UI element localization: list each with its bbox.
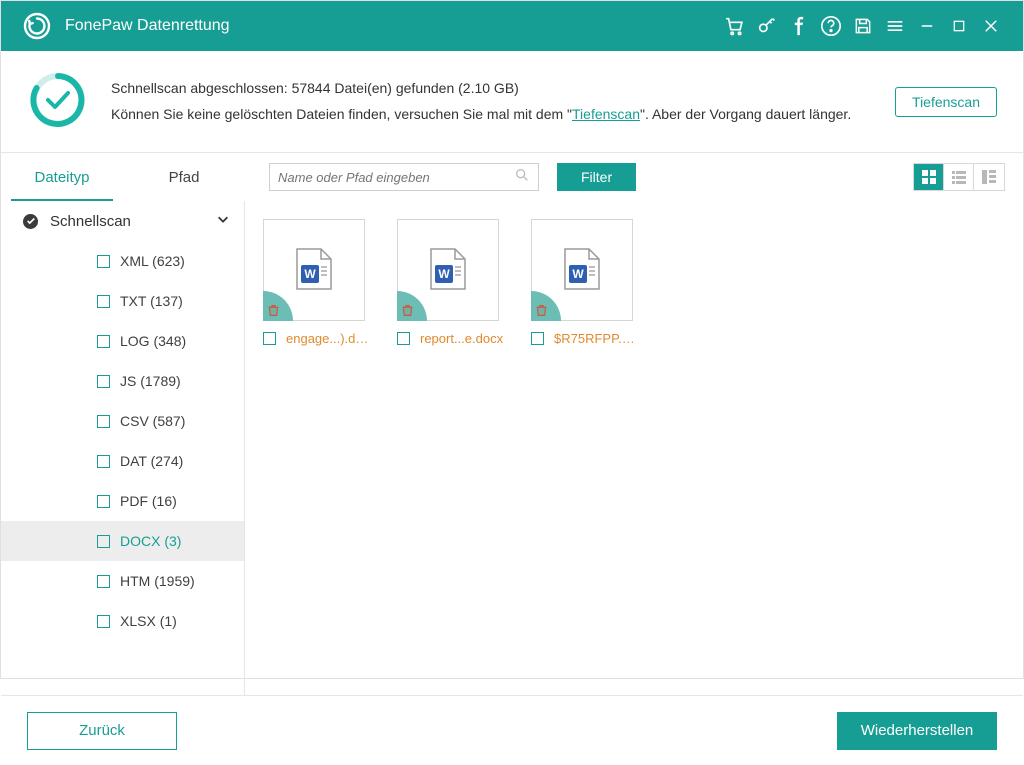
- word-document-icon: W: [429, 247, 467, 294]
- checkbox-icon[interactable]: [97, 415, 110, 428]
- recover-button[interactable]: Wiederherstellen: [837, 712, 997, 750]
- tab-bar: Dateityp Pfad: [1, 153, 245, 201]
- svg-text:W: W: [572, 267, 584, 281]
- view-list-button[interactable]: [944, 164, 974, 190]
- view-mode-switch: [913, 163, 1005, 191]
- file-label-row: engage...).docx: [263, 331, 373, 346]
- maximize-icon[interactable]: [943, 1, 975, 51]
- checkbox-icon[interactable]: [97, 575, 110, 588]
- sidebar-item-label: LOG (348): [120, 333, 186, 349]
- word-document-icon: W: [295, 247, 333, 294]
- file-thumbnail[interactable]: W: [397, 219, 499, 321]
- view-grid-button[interactable]: [914, 164, 944, 190]
- save-icon[interactable]: [847, 1, 879, 51]
- file-name: $R75RFPP.docx: [554, 331, 641, 346]
- sidebar-item-label: JS (1789): [120, 373, 181, 389]
- deleted-badge-icon: [263, 291, 293, 321]
- svg-text:W: W: [304, 267, 316, 281]
- sidebar-item[interactable]: XML (623): [1, 241, 244, 281]
- scan-hint-prefix: Können Sie keine gelöschten Dateien find…: [111, 106, 572, 122]
- checkbox-icon[interactable]: [97, 255, 110, 268]
- scan-hint-suffix: ". Aber der Vorgang dauert länger.: [640, 106, 851, 122]
- deleted-badge-icon: [397, 291, 427, 321]
- back-button[interactable]: Zurück: [27, 712, 177, 750]
- app-logo-icon: [23, 12, 51, 40]
- file-label-row: report...e.docx: [397, 331, 507, 346]
- checkbox-icon[interactable]: [97, 295, 110, 308]
- search-input[interactable]: [278, 170, 514, 185]
- titlebar: FonePaw Datenrettung: [1, 1, 1023, 51]
- word-document-icon: W: [563, 247, 601, 294]
- file-thumbnail[interactable]: W: [263, 219, 365, 321]
- search-box[interactable]: [269, 163, 539, 191]
- scan-summary: Schnellscan abgeschlossen: 57844 Datei(e…: [1, 51, 1023, 153]
- checkbox-icon[interactable]: [531, 332, 544, 345]
- checkbox-icon[interactable]: [97, 495, 110, 508]
- toolbar: Dateityp Pfad Filter: [1, 153, 1023, 201]
- chevron-down-icon[interactable]: [216, 212, 230, 230]
- checkbox-icon[interactable]: [97, 615, 110, 628]
- view-detail-button[interactable]: [974, 164, 1004, 190]
- sidebar-item-label: CSV (587): [120, 413, 185, 429]
- file-name: report...e.docx: [420, 331, 503, 346]
- scan-file-count: 57844 Datei(en) gefunden (2.10 GB): [292, 80, 519, 96]
- sidebar-item-label: HTM (1959): [120, 573, 195, 589]
- checkbox-icon[interactable]: [97, 375, 110, 388]
- tab-path[interactable]: Pfad: [123, 153, 245, 201]
- help-icon[interactable]: [815, 1, 847, 51]
- sidebar-item[interactable]: PDF (16): [1, 481, 244, 521]
- sidebar-item-label: PDF (16): [120, 493, 177, 509]
- menu-icon[interactable]: [879, 1, 911, 51]
- checkbox-icon[interactable]: [97, 455, 110, 468]
- file-name: engage...).docx: [286, 331, 373, 346]
- sidebar-item[interactable]: CSV (587): [1, 401, 244, 441]
- file-card[interactable]: W engage...).docx: [263, 219, 373, 346]
- sidebar-item-label: TXT (137): [120, 293, 183, 309]
- checkmark-icon: [23, 214, 38, 229]
- scan-summary-text: Schnellscan abgeschlossen: 57844 Datei(e…: [111, 76, 895, 126]
- checkbox-icon[interactable]: [397, 332, 410, 345]
- minimize-icon[interactable]: [911, 1, 943, 51]
- key-icon[interactable]: [751, 1, 783, 51]
- tab-filetype[interactable]: Dateityp: [1, 153, 123, 201]
- scan-summary-prefix: Schnellscan abgeschlossen:: [111, 80, 292, 96]
- deleted-badge-icon: [531, 291, 561, 321]
- file-thumbnail[interactable]: W: [531, 219, 633, 321]
- shop-icon[interactable]: [719, 1, 751, 51]
- app-title: FonePaw Datenrettung: [65, 17, 230, 35]
- svg-text:W: W: [438, 267, 450, 281]
- sidebar-item[interactable]: JS (1789): [1, 361, 244, 401]
- file-grid: W engage...).docx W report...e.docx W $R…: [245, 201, 1023, 695]
- main-area: Schnellscan XML (623) TXT (137) LOG (348) J…: [1, 201, 1023, 695]
- sidebar-item-label: XLSX (1): [120, 613, 177, 629]
- sidebar-item-label: DAT (274): [120, 453, 183, 469]
- file-card[interactable]: W $R75RFPP.docx: [531, 219, 641, 346]
- sidebar-item[interactable]: LOG (348): [1, 321, 244, 361]
- facebook-icon[interactable]: [783, 1, 815, 51]
- footer: Zurück Wiederherstellen: [1, 695, 1023, 765]
- checkbox-icon[interactable]: [97, 535, 110, 548]
- tree-root-label: Schnellscan: [50, 213, 131, 230]
- tree-root-schnellscan[interactable]: Schnellscan: [1, 201, 244, 241]
- sidebar: Schnellscan XML (623) TXT (137) LOG (348) J…: [1, 201, 245, 695]
- deep-scan-button[interactable]: Tiefenscan: [895, 87, 997, 117]
- scan-complete-icon: [27, 69, 89, 134]
- sidebar-item-label: DOCX (3): [120, 533, 181, 549]
- search-icon[interactable]: [514, 167, 530, 187]
- file-card[interactable]: W report...e.docx: [397, 219, 507, 346]
- sidebar-item[interactable]: TXT (137): [1, 281, 244, 321]
- sidebar-item[interactable]: DOCX (3): [1, 521, 244, 561]
- file-label-row: $R75RFPP.docx: [531, 331, 641, 346]
- checkbox-icon[interactable]: [97, 335, 110, 348]
- deep-scan-link[interactable]: Tiefenscan: [572, 106, 640, 122]
- sidebar-item[interactable]: HTM (1959): [1, 561, 244, 601]
- close-icon[interactable]: [975, 1, 1007, 51]
- sidebar-item-label: XML (623): [120, 253, 185, 269]
- sidebar-item[interactable]: DAT (274): [1, 441, 244, 481]
- checkbox-icon[interactable]: [263, 332, 276, 345]
- sidebar-item[interactable]: XLSX (1): [1, 601, 244, 641]
- filter-button[interactable]: Filter: [557, 163, 636, 191]
